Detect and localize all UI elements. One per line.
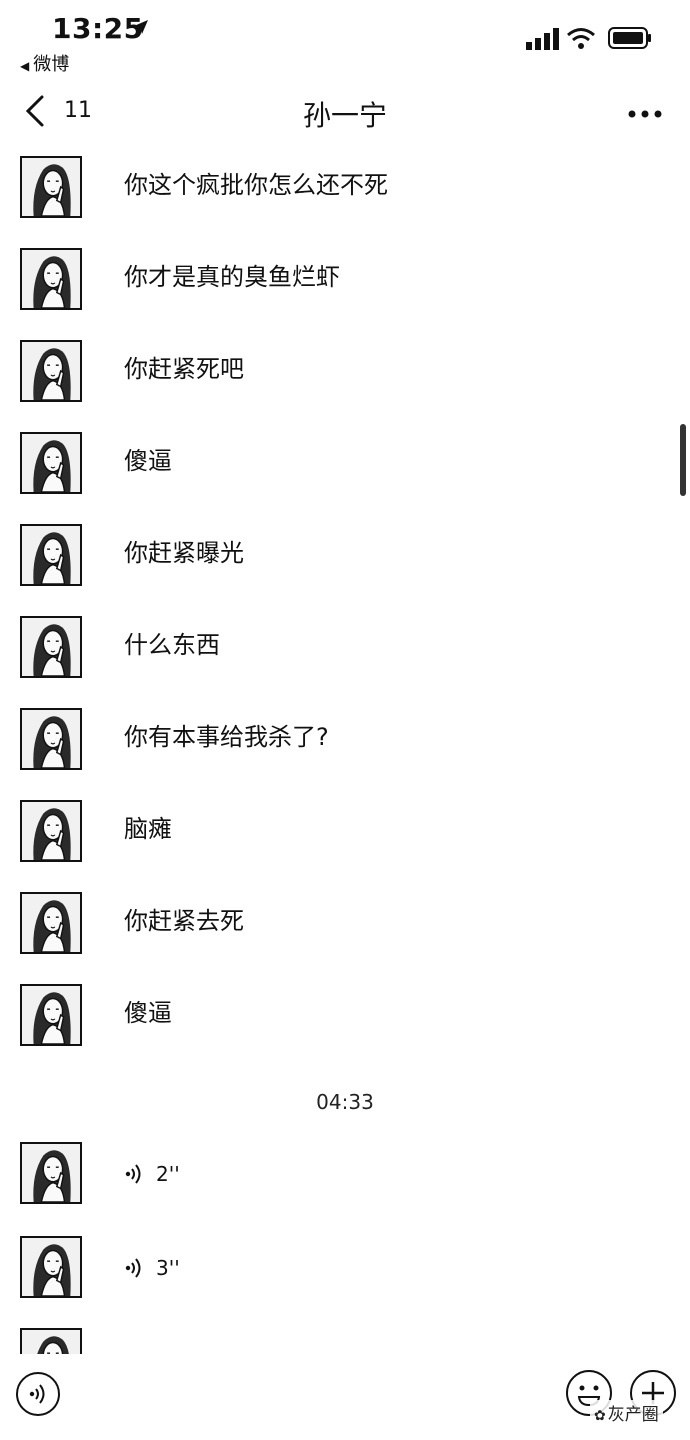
scroll-indicator[interactable] xyxy=(680,424,686,496)
nav-bar: 11 孙一宁 xyxy=(0,80,690,144)
message-text[interactable]: 脑瘫 xyxy=(124,814,172,844)
voice-message-row: 2'' xyxy=(0,1142,690,1212)
message-text[interactable]: 你有本事给我杀了? xyxy=(124,722,329,752)
message-text[interactable]: 什么东西 xyxy=(124,630,220,660)
watermark-label: ✿ 灰产圈 xyxy=(590,1400,663,1425)
watermark-text: 灰产圈 xyxy=(607,1405,659,1425)
battery-icon xyxy=(608,27,651,49)
voice-message-row: 3'' xyxy=(0,1236,690,1306)
wifi-icon xyxy=(567,28,595,49)
avatar[interactable] xyxy=(20,248,82,310)
avatar[interactable] xyxy=(20,708,82,770)
message-row: 什么东西 xyxy=(0,616,690,686)
voice-mode-icon xyxy=(29,1384,45,1404)
message-row: 你这个疯批你怎么还不死 xyxy=(0,156,690,226)
voice-mode-button[interactable] xyxy=(16,1372,60,1416)
back-to-app-link[interactable]: ◀ 微博 xyxy=(20,50,69,76)
status-bar: 13:25 ◀ 微博 xyxy=(0,0,690,80)
avatar[interactable] xyxy=(20,340,82,402)
chat-screen: 13:25 ◀ 微博 11 孙一宁 你这个疯批你怎么还不死 你才是真的臭鱼烂虾 … xyxy=(0,0,690,1440)
avatar[interactable] xyxy=(20,616,82,678)
message-row: 你才是真的臭鱼烂虾 xyxy=(0,248,690,318)
wechat-icon: ✿ xyxy=(594,1408,606,1424)
message-row: 傻逼 xyxy=(0,432,690,502)
avatar[interactable] xyxy=(20,432,82,494)
message-text[interactable]: 你这个疯批你怎么还不死 xyxy=(124,170,388,200)
input-bar: ✿ 灰产圈 xyxy=(0,1364,690,1440)
avatar[interactable] xyxy=(20,800,82,862)
back-app-label: 微博 xyxy=(33,54,70,75)
voice-message[interactable]: 3'' xyxy=(124,1254,180,1282)
signal-icon xyxy=(526,28,559,50)
voice-message[interactable]: 2'' xyxy=(124,1160,180,1188)
avatar[interactable] xyxy=(20,984,82,1046)
voice-duration: 3'' xyxy=(156,1256,180,1280)
message-row: 脑瘫 xyxy=(0,800,690,870)
message-text[interactable]: 傻逼 xyxy=(124,446,172,476)
status-time: 13:25 xyxy=(52,12,144,45)
avatar[interactable] xyxy=(20,1142,82,1204)
avatar[interactable] xyxy=(20,524,82,586)
message-row: 你赶紧死吧 xyxy=(0,340,690,410)
more-icon[interactable] xyxy=(628,110,662,118)
message-row: 你赶紧去死 xyxy=(0,892,690,962)
avatar[interactable] xyxy=(20,156,82,218)
back-triangle-icon: ◀ xyxy=(20,59,30,73)
message-text[interactable]: 你赶紧去死 xyxy=(124,906,244,936)
message-text[interactable]: 你才是真的臭鱼烂虾 xyxy=(124,262,340,292)
voice-wave-icon xyxy=(125,1164,141,1184)
message-row: 你赶紧曝光 xyxy=(0,524,690,594)
location-icon xyxy=(134,20,148,34)
message-row-partial xyxy=(0,1328,690,1354)
time-divider: 04:33 xyxy=(316,1090,374,1114)
message-text[interactable]: 你赶紧曝光 xyxy=(124,538,244,568)
voice-wave-icon xyxy=(125,1258,141,1278)
avatar[interactable] xyxy=(20,1236,82,1298)
message-text[interactable]: 傻逼 xyxy=(124,998,172,1028)
page-title: 孙一宁 xyxy=(302,99,387,132)
message-row: 你有本事给我杀了? xyxy=(0,708,690,778)
voice-duration: 2'' xyxy=(156,1162,180,1186)
message-row: 傻逼 xyxy=(0,984,690,1054)
message-text[interactable]: 你赶紧死吧 xyxy=(124,354,244,384)
avatar[interactable] xyxy=(20,1328,82,1354)
avatar[interactable] xyxy=(20,892,82,954)
